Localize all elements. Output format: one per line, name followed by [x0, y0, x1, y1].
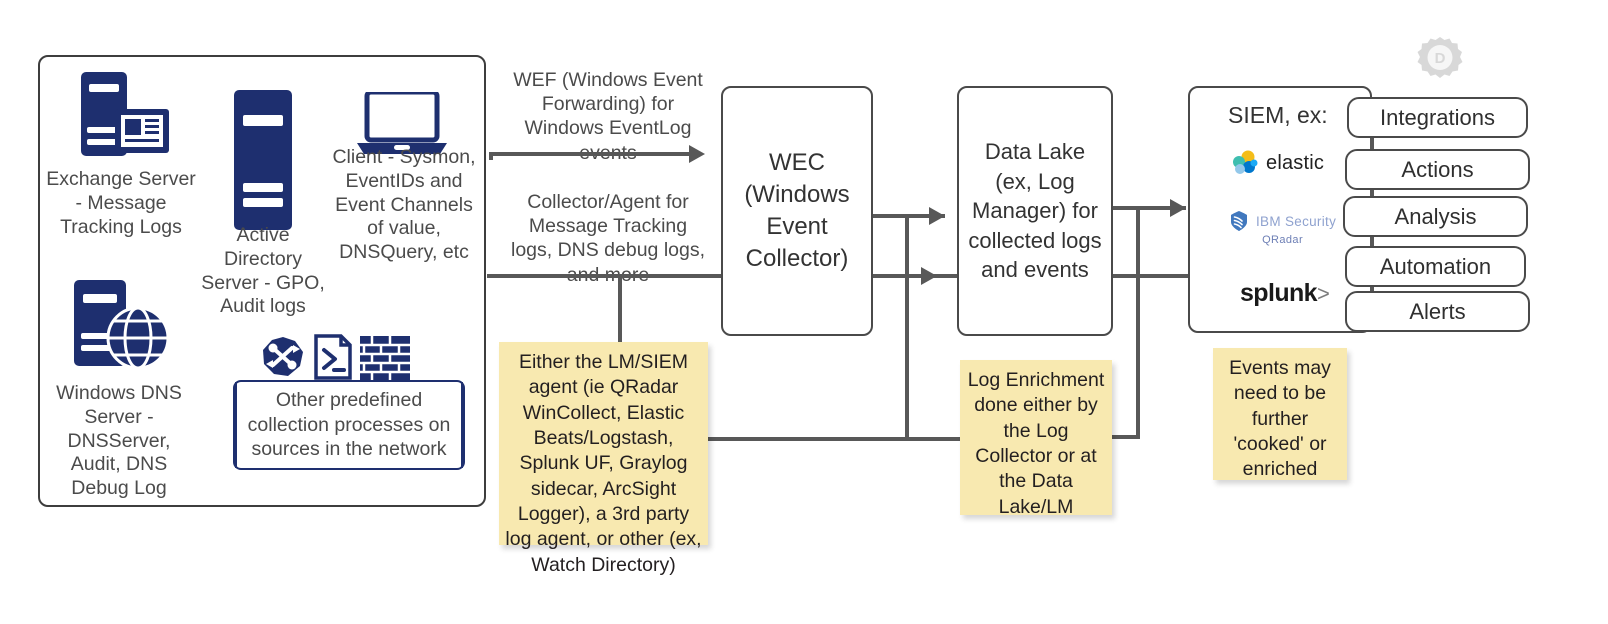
capability-actions[interactable]: Actions — [1345, 149, 1530, 190]
vendor-ibm-security: IBM Security QRadar — [1229, 210, 1336, 246]
capability-alerts-label: Alerts — [1409, 298, 1466, 324]
cooked-note: Events may need to be further 'cooked' o… — [1213, 348, 1347, 480]
flow-label-wef: WEF (Windows Event Forwarding) for Windo… — [513, 69, 703, 164]
data-lake-label: Data Lake (ex, Log Manager) for collecte… — [968, 139, 1102, 283]
wef-arrow-line — [489, 152, 689, 156]
capability-alerts[interactable]: Alerts — [1345, 291, 1530, 332]
flow-label-collector: Collector/Agent for Message Tracking log… — [510, 191, 706, 286]
source-label-client: Client - Sysmon, EventIDs and Event Chan… — [332, 146, 476, 264]
wef-arrow-head — [689, 145, 705, 163]
exchange-server-icon — [75, 72, 171, 167]
wef-arrow-riser — [489, 156, 493, 160]
datalake-return-riser — [1136, 206, 1140, 439]
ibm-security-logo-icon — [1231, 211, 1247, 231]
capability-analysis[interactable]: Analysis — [1343, 196, 1528, 237]
agent-note: Either the LM/SIEM agent (ie QRadar WinC… — [499, 342, 708, 576]
other-collection-processes-box: Other predefined collection processes on… — [233, 380, 465, 470]
diagram-canvas: Exchange Server - Message Tracking Logs … — [0, 0, 1608, 624]
windows-dns-server-icon — [72, 280, 176, 375]
wec-box: WEC (Windows Event Collector) — [721, 86, 873, 336]
vendor-elastic: elastic — [1231, 150, 1324, 176]
vendor-elastic-label: elastic — [1266, 151, 1325, 174]
source-label-exchange: Exchange Server - Message Tracking Logs — [46, 168, 196, 238]
agent-note-connector — [618, 274, 622, 342]
other-collection-processes-label: Other predefined collection processes on… — [235, 382, 463, 468]
enrichment-note: Log Enrichment done either by the Log Co… — [960, 360, 1112, 518]
source-label-active-directory: Active Directory Server - GPO, Audit log… — [201, 224, 325, 318]
collector-arrow-head — [921, 267, 937, 285]
splunk-chevron-icon: > — [1316, 281, 1330, 306]
vendor-splunk-label: splunk — [1240, 279, 1318, 307]
vendor-ibm-label: IBM Security — [1256, 213, 1337, 229]
capability-automation[interactable]: Automation — [1345, 246, 1526, 287]
source-label-windows-dns: Windows DNS Server - DNSServer, Audit, D… — [56, 382, 182, 500]
data-lake-box: Data Lake (ex, Log Manager) for collecte… — [957, 86, 1113, 336]
wec-label: WEC (Windows Event Collector) — [744, 148, 850, 273]
capability-actions-label: Actions — [1401, 156, 1474, 182]
gear-d-letter: D — [1435, 50, 1446, 67]
capability-integrations-label: Integrations — [1380, 104, 1495, 130]
elastic-logo-icon — [1233, 150, 1258, 174]
firewall-brick-icon — [360, 336, 410, 385]
network-shuffle-icon — [262, 336, 304, 383]
enrichment-note-left-line — [707, 437, 963, 441]
datalake-bottom-riser — [905, 214, 909, 439]
collector-arrow-origin-riser — [487, 274, 491, 278]
active-directory-server-icon — [234, 90, 292, 235]
gear-d-logo-icon: D — [1417, 36, 1463, 87]
wec-to-datalake-arrow-head — [929, 207, 945, 225]
powershell-script-icon — [314, 334, 352, 385]
vendor-splunk: splunk> — [1240, 279, 1330, 308]
capability-analysis-label: Analysis — [1394, 203, 1477, 229]
capability-integrations[interactable]: Integrations — [1347, 97, 1528, 138]
capability-automation-label: Automation — [1379, 253, 1492, 279]
datalake-to-siem-arrow-head — [1170, 199, 1186, 217]
vendor-qradar-sub: QRadar — [1262, 234, 1304, 246]
